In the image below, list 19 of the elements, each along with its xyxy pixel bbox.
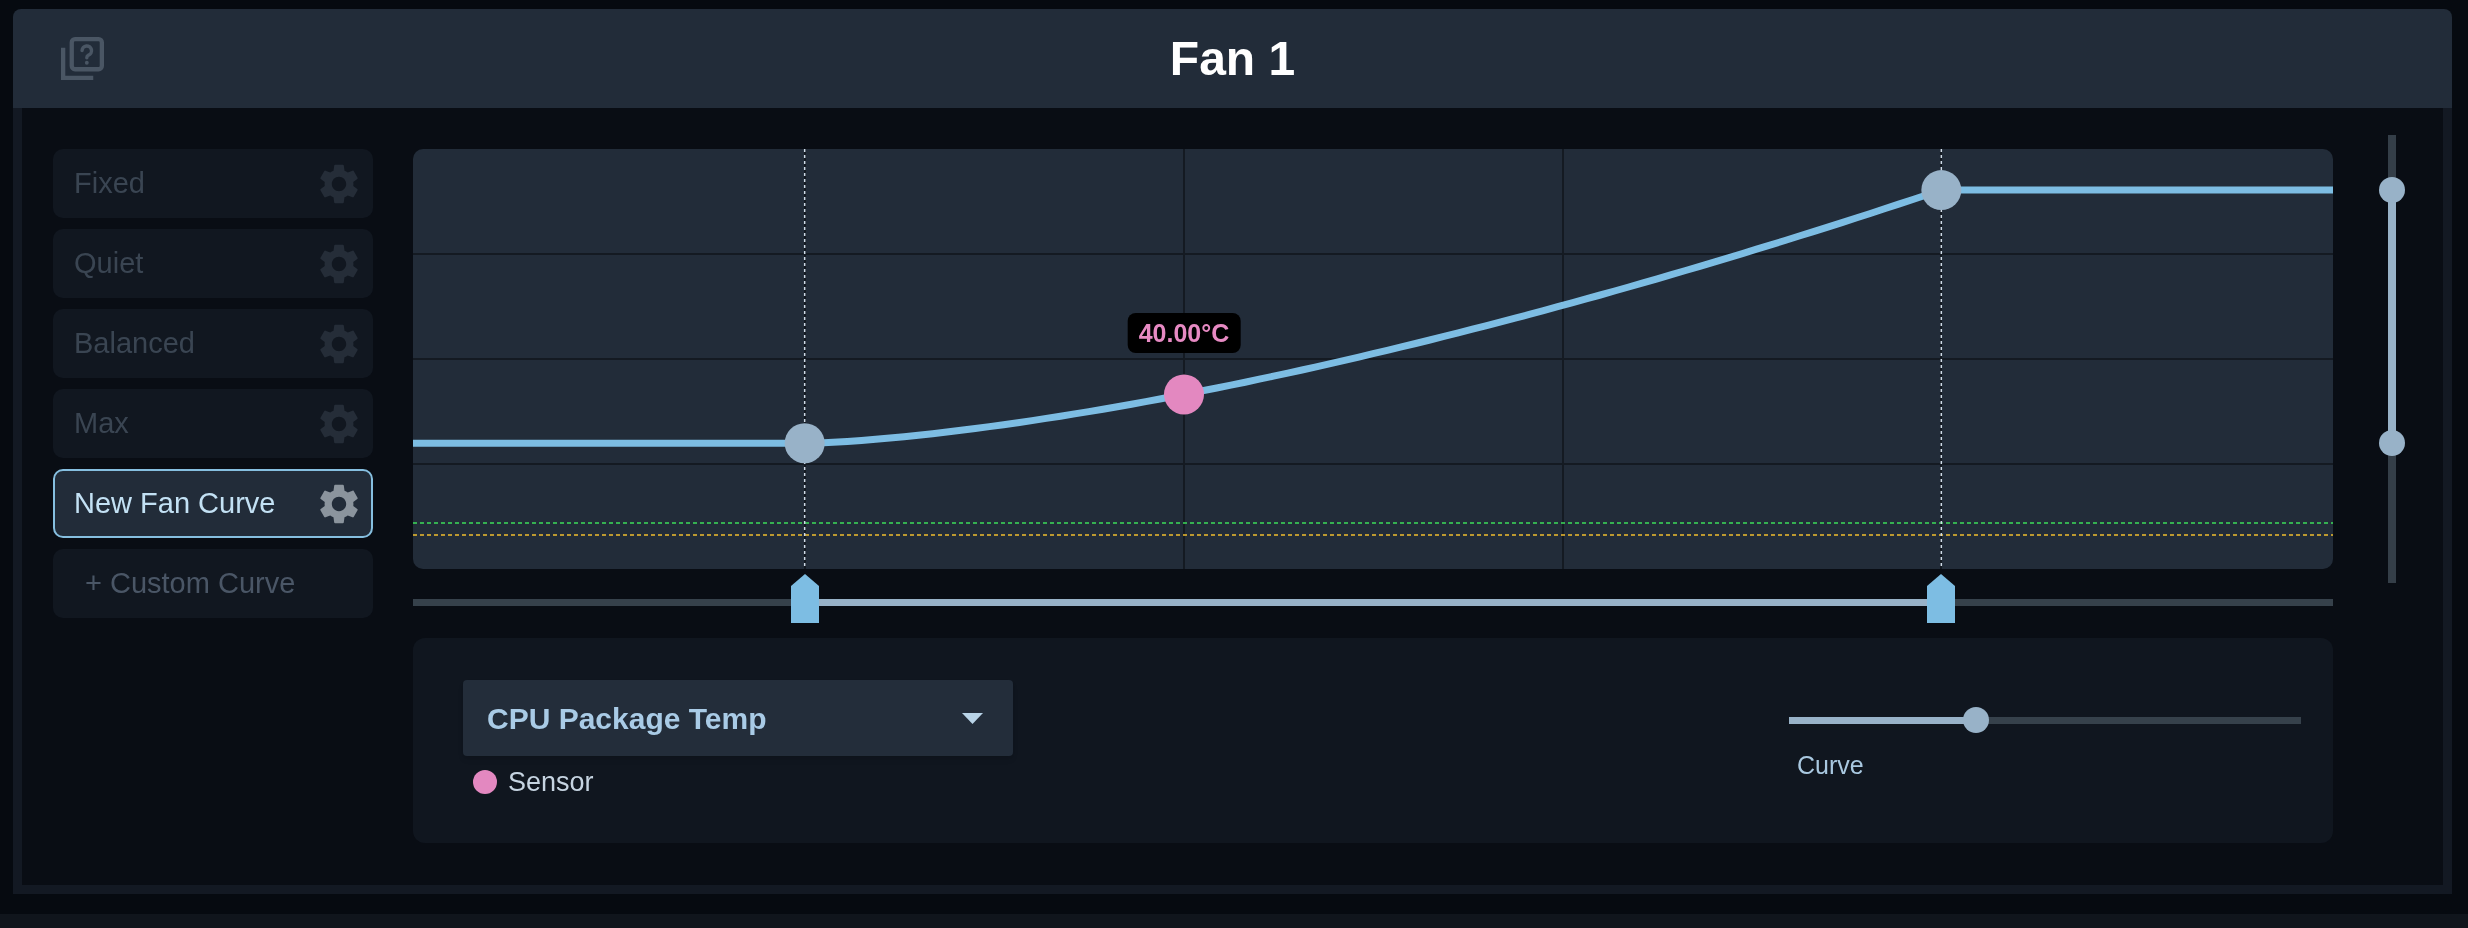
vertical-slider-track[interactable] [2379, 135, 2405, 583]
sidebar-item[interactable]: New Fan Curve [53, 469, 373, 538]
slider-label: Curve [1797, 750, 1865, 780]
legend-label: Sensor [508, 766, 594, 799]
caret-icon [962, 712, 983, 724]
slider-handle[interactable] [790, 574, 819, 623]
settings-icon[interactable] [320, 483, 358, 524]
slider-thumb[interactable] [2379, 430, 2405, 457]
curve-point[interactable] [1921, 170, 1962, 211]
slider-thumb[interactable] [2379, 177, 2405, 204]
add-curve-button[interactable]: + Custom Curve [53, 549, 373, 618]
curve-point[interactable] [784, 423, 825, 464]
curve-slider-track[interactable] [1789, 707, 2301, 733]
slider-thumb[interactable] [1962, 707, 1989, 733]
sensor-point [1164, 374, 1204, 415]
slider-handle[interactable] [1927, 574, 1956, 623]
window-title: Fan 1 [1169, 34, 1296, 83]
sensor-dropdown[interactable]: CPU Package Temp [463, 680, 1013, 756]
temperature-tooltip: 40.00°C [1127, 313, 1241, 354]
